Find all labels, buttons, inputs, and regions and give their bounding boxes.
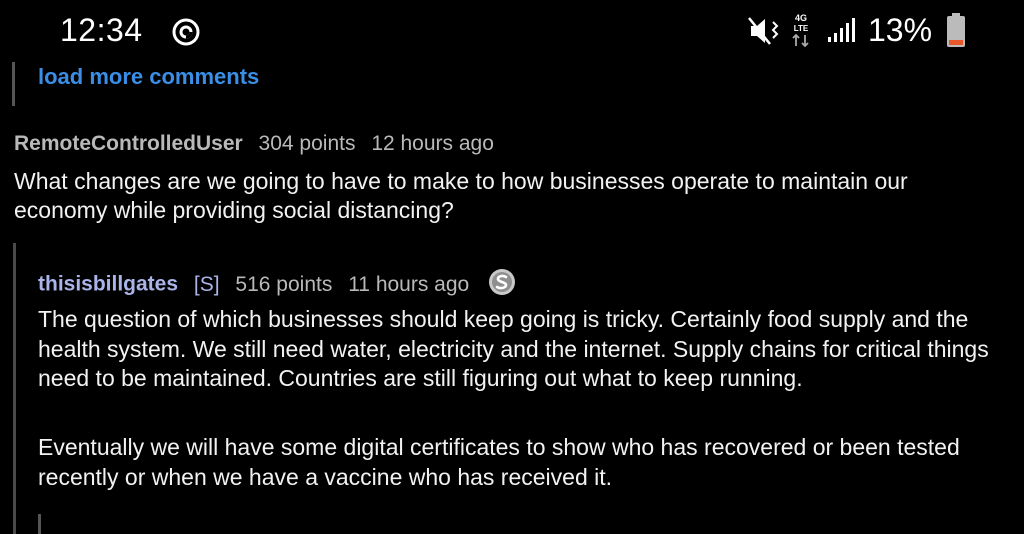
- reply-paragraph: The question of which businesses should …: [38, 306, 989, 391]
- load-more-comments-link[interactable]: load more comments: [38, 64, 259, 90]
- comment-points: 304 points: [258, 132, 356, 155]
- status-time: 12:34: [60, 12, 143, 48]
- silver-award-icon: [489, 269, 516, 295]
- reply-author[interactable]: thisisbillgates: [38, 273, 178, 296]
- battery-low-icon: [947, 13, 965, 47]
- thread-indent-line: [38, 514, 41, 534]
- thread-indent-line: [13, 243, 16, 534]
- svg-text:LTE: LTE: [794, 24, 809, 33]
- network-4g-lte-icon: 4G LTE: [792, 13, 809, 48]
- sync-icon: [172, 18, 200, 46]
- comment-author[interactable]: RemoteControlledUser: [14, 132, 243, 155]
- mute-icon: [748, 17, 779, 45]
- submitter-tag: [S]: [193, 272, 220, 296]
- signal-icon: [828, 18, 855, 42]
- battery-percent: 13%: [868, 12, 933, 48]
- comment-time: 12 hours ago: [371, 132, 494, 155]
- thread-indent-line: [12, 62, 15, 106]
- comment-body: What changes are we going to have to mak…: [14, 168, 908, 223]
- svg-text:4G: 4G: [795, 13, 807, 23]
- status-bar: 12:34 4G LTE 13%: [0, 0, 1024, 62]
- comment-meta: RemoteControlledUser 304 points 12 hours…: [14, 132, 494, 156]
- reply-points: 516 points: [235, 272, 333, 296]
- reply-meta: thisisbillgates [S] 516 points 11 hours …: [38, 269, 517, 300]
- reply-time: 11 hours ago: [348, 272, 470, 296]
- reply-paragraph: Eventually we will have some digital cer…: [38, 434, 960, 490]
